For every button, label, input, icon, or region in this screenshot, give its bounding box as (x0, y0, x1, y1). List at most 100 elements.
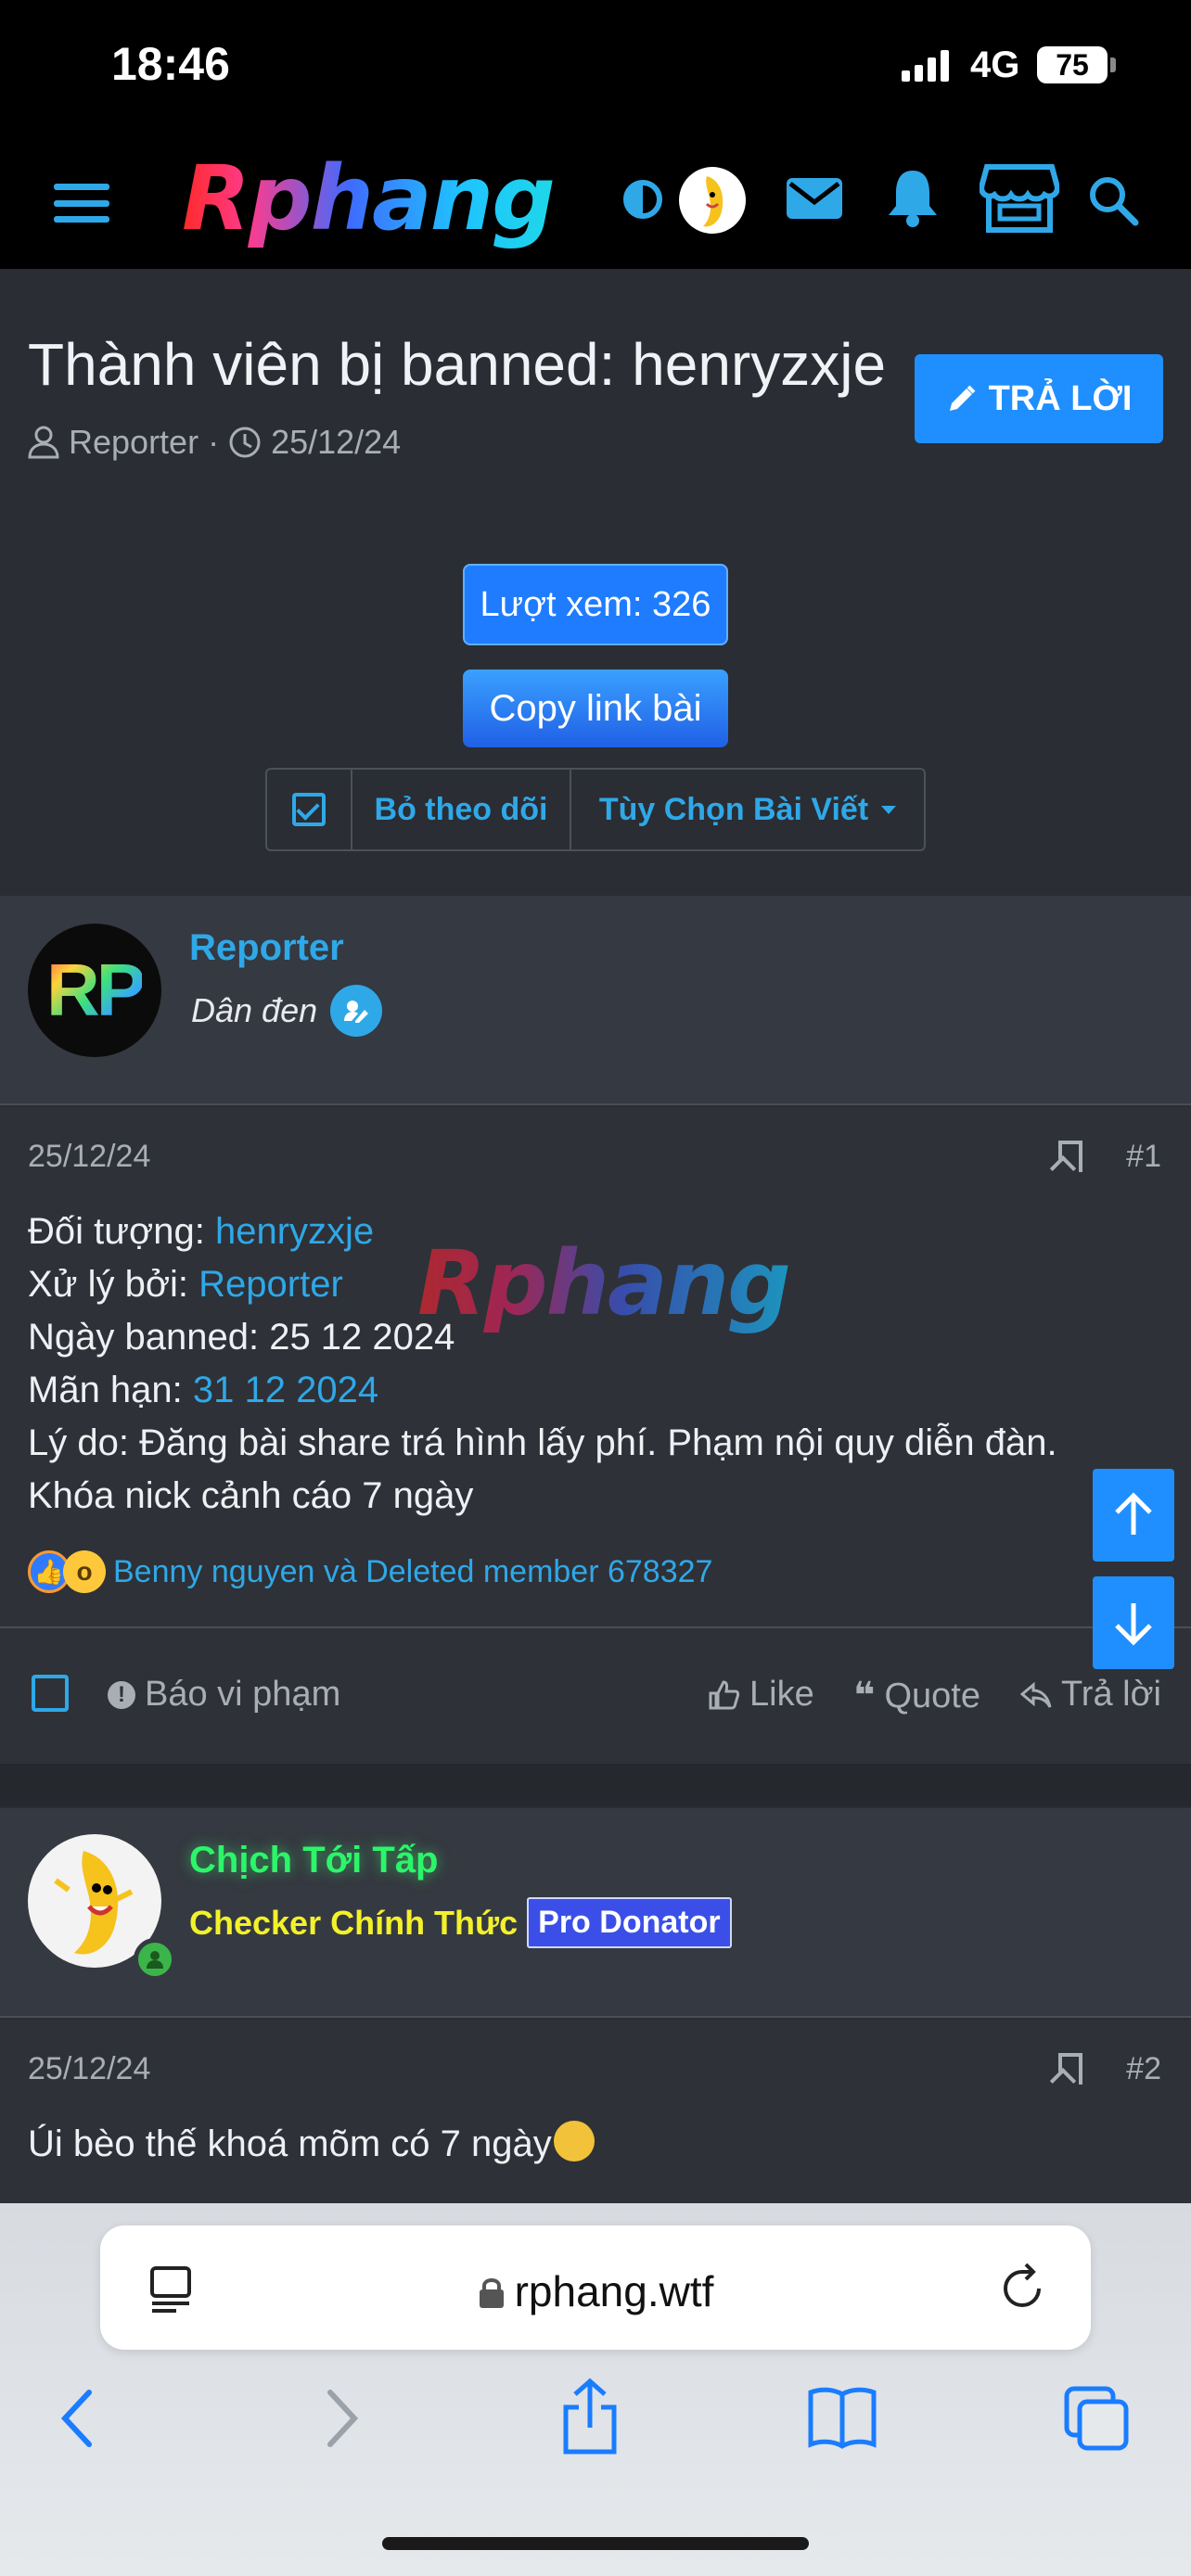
reply-post-button[interactable]: Trả lời (1020, 1675, 1161, 1715)
page-title: Thành viên bị banned: henryzxje (28, 331, 887, 398)
post-author-name[interactable]: Reporter (189, 927, 344, 969)
like-label: Like (749, 1675, 814, 1714)
post-separator (0, 1764, 1191, 1806)
reload-icon[interactable] (998, 2263, 1048, 2313)
bookmarks-icon[interactable] (807, 2385, 877, 2450)
options-dropdown[interactable]: Tùy Chọn Bài Viết (571, 770, 924, 849)
emoji-icon (553, 2121, 595, 2162)
unfollow-button[interactable]: Bỏ theo dõi (352, 770, 571, 849)
handler-link[interactable]: Reporter (198, 1264, 343, 1305)
quote-button[interactable]: ❝ Quote (853, 1675, 980, 1717)
status-bar: 18:46 4G 75 (0, 0, 1191, 139)
content-label: Mãn hạn: (28, 1370, 193, 1410)
select-checkbox[interactable] (267, 770, 352, 849)
share-icon[interactable] (560, 2378, 620, 2455)
arrow-up-icon (1115, 1492, 1152, 1535)
report-button[interactable]: ! Báo vi phạm (108, 1675, 340, 1715)
arrow-down-icon (1115, 1603, 1152, 1646)
post-author-block: Chịch Tới Tấp Checker Chính Thức Pro Don… (0, 1808, 1191, 2018)
battery-tip (1110, 57, 1116, 72)
menu-icon[interactable] (54, 180, 109, 226)
post-author-block: RP Reporter Dân đen (0, 896, 1191, 1105)
select-post-checkbox[interactable] (32, 1675, 69, 1712)
content-line: Úi bèo thế khoá mõm có 7 ngày (28, 2123, 552, 2164)
alert-icon: ! (108, 1680, 135, 1709)
battery-icon: 75 (1037, 46, 1108, 83)
store-icon[interactable] (980, 163, 1059, 234)
bookmark-icon[interactable] (1058, 1141, 1082, 1172)
thumbs-up-icon (709, 1679, 740, 1709)
network-label: 4G (970, 45, 1020, 85)
theme-toggle-icon[interactable] (623, 180, 662, 219)
post-date[interactable]: 25/12/24 (28, 2051, 150, 2087)
lock-icon (479, 2278, 504, 2308)
content-line: Lý do: Đăng bài share trá hình lấy phí. … (28, 1422, 1057, 1463)
reactions-text[interactable]: Benny nguyen và Deleted member 678327 (113, 1554, 712, 1590)
user-title: Checker Chính Thức Pro Donator (189, 1897, 732, 1948)
like-button[interactable]: Like (707, 1675, 814, 1715)
online-status-icon (134, 1938, 176, 1981)
chevron-down-icon (881, 805, 897, 814)
browser-toolbar: rphang.wtf (0, 2203, 1191, 2576)
checkbox-icon (292, 793, 326, 826)
thread-meta: Reporter · 25/12/24 (28, 423, 401, 462)
quote-label: Quote (884, 1676, 981, 1715)
signal-icon (902, 48, 949, 82)
content-line: Khóa nick cảnh cáo 7 ngày (28, 1475, 474, 1516)
avatar[interactable] (679, 167, 746, 234)
status-time: 18:46 (111, 38, 230, 90)
user-icon (28, 426, 59, 459)
report-label: Báo vi phạm (145, 1675, 341, 1714)
reply-post-label: Trả lời (1061, 1675, 1161, 1714)
user-title-label: Checker Chính Thức (189, 1903, 519, 1942)
reply-button[interactable]: TRẢ LỜI (915, 354, 1163, 443)
pencil-icon (949, 385, 975, 411)
reply-label: TRẢ LỜI (988, 378, 1133, 418)
copy-link-button[interactable]: Copy link bài (463, 670, 728, 747)
reply-icon (1020, 1681, 1052, 1708)
meta-separator: · (208, 423, 220, 461)
tabs-icon[interactable] (1063, 2385, 1130, 2452)
avatar[interactable]: RP (28, 924, 161, 1057)
banned-user-link[interactable]: henryzxje (215, 1211, 374, 1252)
content-label: Xử lý bởi: (28, 1264, 199, 1305)
post-number[interactable]: #1 (1126, 1139, 1161, 1175)
post-number[interactable]: #2 (1126, 2051, 1161, 2087)
scroll-top-button[interactable] (1093, 1469, 1174, 1562)
user-title-label: Dân đen (191, 991, 318, 1029)
post-date[interactable]: 25/12/24 (28, 1139, 150, 1175)
wow-reaction-icon: o (63, 1550, 106, 1593)
content-line: Ngày banned: 25 12 2024 (28, 1317, 455, 1358)
reactions-summary[interactable]: 👍 o Benny nguyen và Deleted member 67832… (28, 1550, 712, 1593)
home-indicator (382, 2537, 809, 2550)
bell-icon[interactable] (885, 167, 941, 228)
back-icon[interactable] (59, 2389, 96, 2448)
clock-icon (229, 427, 261, 458)
user-edit-badge-icon (330, 985, 383, 1037)
url-text[interactable]: rphang.wtf (100, 2266, 1091, 2316)
address-bar[interactable]: rphang.wtf (100, 2225, 1091, 2350)
forward-icon[interactable] (323, 2389, 360, 2448)
post-content: Úi bèo thế khoá mõm có 7 ngày (28, 2118, 595, 2171)
thread-date[interactable]: 25/12/24 (271, 423, 401, 462)
content-label: Đối tượng: (28, 1211, 215, 1252)
bookmark-icon[interactable] (1058, 2053, 1082, 2085)
avatar-initials: RP (46, 949, 146, 1031)
thread-actions: Bỏ theo dõi Tùy Chọn Bài Viết (265, 768, 926, 851)
post-actions: ! Báo vi phạm Like ❝ Quote Trả lời (0, 1626, 1191, 1764)
pro-donator-badge: Pro Donator (527, 1897, 732, 1948)
post-content: Đối tượng: henryzxje Xử lý bởi: Reporter… (28, 1205, 1057, 1523)
user-title: Dân đen (191, 985, 383, 1037)
views-button[interactable]: Lượt xem: 326 (463, 564, 728, 645)
mail-icon[interactable] (785, 172, 844, 224)
avatar[interactable] (28, 1834, 176, 1981)
post-author-name[interactable]: Chịch Tới Tấp (189, 1840, 438, 1881)
site-header: Rphang (0, 139, 1191, 269)
quote-icon: ❝ (853, 1676, 876, 1716)
options-label: Tùy Chọn Bài Viết (598, 791, 869, 827)
thread-author[interactable]: Reporter (69, 423, 198, 462)
expiry-link[interactable]: 31 12 2024 (193, 1370, 378, 1410)
search-icon[interactable] (1087, 174, 1139, 226)
scroll-bottom-button[interactable] (1093, 1576, 1174, 1669)
site-logo[interactable]: Rphang (182, 147, 556, 250)
